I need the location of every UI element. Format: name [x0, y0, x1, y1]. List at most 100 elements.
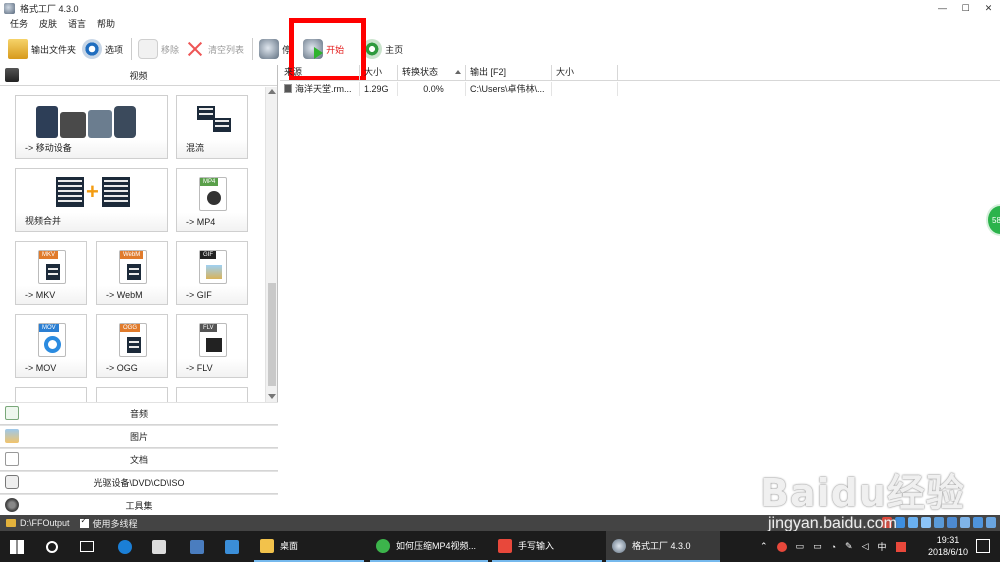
multithread-checkbox[interactable] [79, 516, 89, 528]
start-menu-button[interactable] [10, 531, 24, 562]
taskbar-format-factory[interactable]: 格式工厂 4.3.0 [606, 531, 720, 562]
minimize-button[interactable]: — [931, 0, 954, 16]
menu-skin[interactable]: 皮肤 [39, 17, 57, 32]
tray-volume-icon[interactable]: ◁ [862, 541, 869, 552]
category-video[interactable]: 视频 [0, 65, 277, 86]
menu-language[interactable]: 语言 [68, 17, 86, 32]
floating-badge[interactable]: 58 [986, 204, 1000, 236]
tile-more[interactable] [15, 387, 87, 402]
home-button[interactable]: 主页 [362, 37, 403, 61]
scroll-up-arrow-icon[interactable] [268, 89, 276, 94]
flv-file-icon: FLV [199, 323, 227, 357]
app-icon [4, 2, 15, 14]
column-output-size[interactable]: 大小 [552, 65, 618, 80]
column-status[interactable]: 转换状态 [398, 65, 466, 80]
gear-icon [5, 498, 19, 512]
punctuation-icon[interactable] [908, 517, 918, 528]
skin-icon[interactable] [960, 517, 970, 528]
maximize-button[interactable]: ☐ [954, 0, 977, 16]
windows-logo-icon [10, 539, 24, 554]
remove-label: 移除 [161, 44, 180, 55]
category-audio[interactable]: 音频 [0, 402, 278, 425]
tray-pen-icon[interactable]: ✎ [845, 541, 853, 552]
tray-network-icon[interactable]: ▭ [796, 541, 805, 552]
tile-mov[interactable]: MOV -> MOV [15, 314, 87, 378]
category-disc[interactable]: 光驱设备\DVD\CD\ISO [0, 471, 278, 494]
clear-list-button[interactable]: 清空列表 [185, 37, 244, 61]
store-button[interactable] [152, 531, 172, 562]
taskbar-handwriting[interactable]: 手写输入 [492, 531, 602, 562]
remove-button[interactable]: 移除 [138, 37, 179, 61]
taskbar-desktop[interactable]: 桌面 [254, 531, 364, 562]
tray-battery-icon[interactable]: ▭ [813, 541, 822, 552]
scroll-down-arrow-icon[interactable] [268, 394, 276, 399]
window-title: 格式工厂 4.3.0 [20, 3, 79, 14]
toolbar-separator [131, 38, 133, 60]
category-label: 音频 [129, 409, 148, 419]
tile-label: -> WebM [106, 290, 143, 300]
tray-sogou-icon[interactable] [776, 541, 787, 552]
folder-icon [6, 519, 16, 527]
video-join-icon: + [56, 177, 130, 207]
cortana-button[interactable] [46, 531, 58, 562]
category-document[interactable]: 文档 [0, 448, 278, 471]
tile-more[interactable] [176, 387, 248, 402]
tile-mkv[interactable]: MKV -> MKV [15, 241, 87, 305]
wrench-icon[interactable] [986, 517, 996, 528]
options-button[interactable]: 选项 [82, 37, 123, 61]
category-image[interactable]: 图片 [0, 425, 278, 448]
folder-icon [8, 39, 28, 59]
tile-webm[interactable]: WebM -> WebM [96, 241, 168, 305]
tile-video-join[interactable]: + 视频合并 [15, 168, 168, 232]
taskbar-label: 手写输入 [518, 541, 555, 551]
remote-desktop-icon [225, 539, 239, 554]
scroll-thumb[interactable] [268, 283, 276, 386]
store-bag-icon [152, 539, 166, 554]
tile-flv[interactable]: FLV -> FLV [176, 314, 248, 378]
column-source[interactable]: 来源 [280, 65, 360, 80]
notification-center-icon[interactable] [976, 539, 990, 553]
category-tools[interactable]: 工具集 [0, 494, 278, 517]
tray-wifi-icon[interactable]: ◔ [831, 542, 836, 552]
multithread-label: 使用多线程 [92, 518, 138, 529]
shirt-icon[interactable] [973, 517, 983, 528]
column-size[interactable]: 大小 [360, 65, 398, 80]
close-button[interactable]: ✕ [977, 0, 1000, 16]
ime-indicator[interactable]: 中 [877, 540, 886, 553]
webm-file-icon: WebM [119, 250, 147, 284]
output-folder-button[interactable]: 输出文件夹 [8, 37, 76, 61]
taskbar-label: 如何压缩MP4视频... [396, 541, 477, 551]
keyboard-icon[interactable] [934, 517, 944, 528]
tile-ogg[interactable]: OGG -> OGG [96, 314, 168, 378]
emoji-icon[interactable] [921, 517, 931, 528]
task-view-button[interactable] [80, 531, 94, 562]
tile-mux[interactable]: 混流 [176, 95, 248, 159]
tray-chevron-up-icon[interactable]: ⌃ [760, 541, 768, 552]
tile-more[interactable] [96, 387, 168, 402]
edge-button[interactable] [118, 531, 138, 562]
remove-icon [138, 39, 159, 59]
video-tiles: -> 移动设备 混流 + 视频合并 MP4 -> MP4 MKV -> MKV … [0, 87, 264, 402]
table-row[interactable]: 海洋天堂.rm... 1.29G 0.0% C:\Users\卓伟林\... [280, 82, 618, 96]
tile-mp4[interactable]: MP4 -> MP4 [176, 168, 248, 232]
video-file-icon [284, 84, 292, 93]
cell-status: 0.0% [398, 82, 466, 96]
menu-task[interactable]: 任务 [10, 17, 28, 32]
tile-mobile-device[interactable]: -> 移动设备 [15, 95, 168, 159]
source-name: 海洋天堂.rm... [295, 84, 352, 94]
format-factory-window: 格式工厂 4.3.0 — ☐ ✕ 任务 皮肤 语言 帮助 输出文件夹 选项 移除… [0, 0, 1000, 532]
tile-gif[interactable]: GIF -> GIF [176, 241, 248, 305]
tiles-scrollbar[interactable] [265, 87, 277, 402]
stop-button[interactable]: 停 [259, 37, 291, 61]
taskbar-browser[interactable]: 如何压缩MP4视频... [370, 531, 488, 562]
microphone-icon[interactable] [947, 517, 957, 528]
tray-sogou-s-icon[interactable] [895, 541, 906, 552]
taskbar-clock[interactable]: 19:31 2018/6/10 [928, 534, 968, 558]
app-pinned-2[interactable] [225, 531, 245, 562]
output-path[interactable]: D:\FFOutput [20, 518, 70, 528]
app-pinned-1[interactable] [190, 531, 210, 562]
column-output[interactable]: 输出 [F2] [466, 65, 552, 80]
menu-help[interactable]: 帮助 [97, 17, 115, 32]
toolbar-separator [252, 38, 254, 60]
options-icon [82, 39, 103, 59]
